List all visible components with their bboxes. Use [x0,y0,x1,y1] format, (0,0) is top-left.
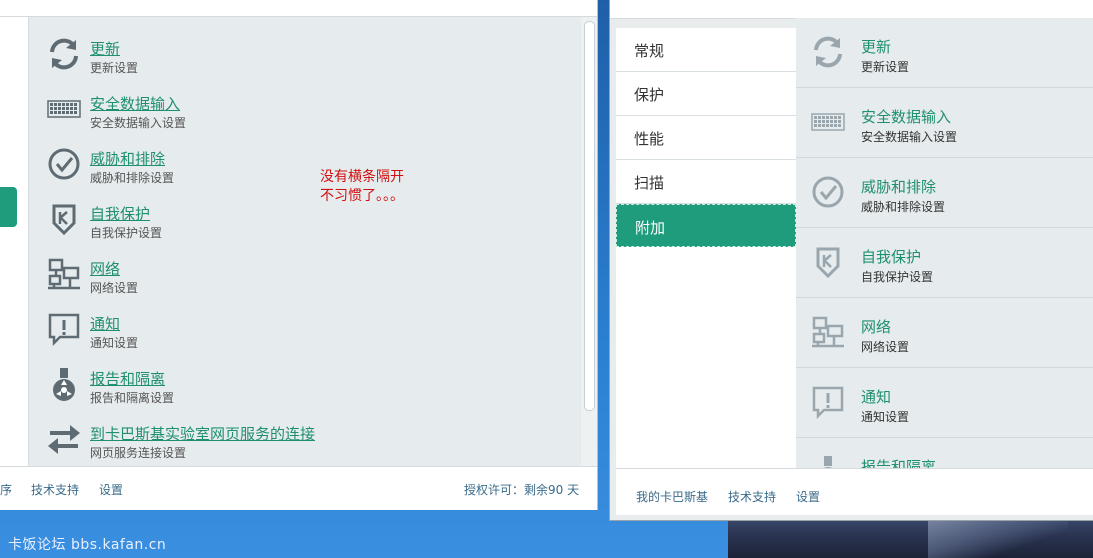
settings-item-subtitle: 更新设置 [861,60,910,74]
settings-item-subtitle: 安全数据输入设置 [90,116,187,130]
nav-item[interactable]: 附加 [616,204,796,247]
settings-item-title[interactable]: 通知 [90,313,120,334]
settings-item[interactable]: 威胁和排除 威胁和排除设置 [796,158,1093,228]
annotation-note: 没有横条隔开 不习惯了。。。 [320,168,404,206]
annotation-line-1: 没有横条隔开 [320,169,404,185]
network-icon [46,256,82,292]
footer-license-status[interactable]: 授权许可：剩余90 天 [464,481,579,498]
keyboard-icon [810,104,846,140]
settings-item-subtitle: 威胁和排除设置 [861,200,946,214]
nav-item-label: 保护 [634,86,665,104]
scrollbar-thumb[interactable] [584,21,595,411]
settings-item-subtitle: 通知设置 [90,336,139,350]
nav-item[interactable]: 常规 [616,28,796,72]
settings-item-title[interactable]: 威胁和排除 [90,148,165,169]
settings-nav: 常规保护性能扫描附加 [616,28,796,468]
settings-item[interactable]: 自我保护 自我保护设置 [46,199,566,247]
footer-link-partial[interactable]: 序 [0,481,12,498]
settings-item[interactable]: 通知 通知设置 [46,309,566,357]
flask-icon [46,366,82,402]
settings-item-subtitle: 报告和隔离设置 [90,391,175,405]
settings-item[interactable]: 更新 更新设置 [796,18,1093,88]
settings-item-title[interactable]: 通知 [861,386,891,407]
settings-item-subtitle: 自我保护设置 [861,270,934,284]
settings-item-title[interactable]: 自我保护 [861,246,921,267]
settings-window-right: 常规保护性能扫描附加 更新 更新设置 安全数据输入 安全数据输入设置 威胁和排除… [610,0,1093,520]
nav-item[interactable]: 扫描 [616,160,796,204]
scrollbar[interactable] [581,17,597,466]
settings-item-title[interactable]: 更新 [90,38,120,59]
network-icon [810,314,846,350]
settings-item[interactable]: 安全数据输入 安全数据输入设置 [46,89,566,137]
settings-item-subtitle: 自我保护设置 [90,226,163,240]
wallpaper-snow [928,516,1068,558]
window-footer-right: 我的卡巴斯基 技术支持 设置 [616,468,1093,515]
settings-item[interactable]: 通知 通知设置 [796,368,1093,438]
settings-item-subtitle: 通知设置 [861,410,910,424]
shield-k-icon [46,201,82,237]
settings-item[interactable]: 网络 网络设置 [46,254,566,302]
settings-item[interactable]: 威胁和排除 威胁和排除设置 [46,144,566,192]
settings-item[interactable]: 更新 更新设置 [46,34,566,82]
settings-item-title[interactable]: 报告和隔离 [861,456,936,468]
footer-link-my-kaspersky[interactable]: 我的卡巴斯基 [636,488,708,505]
settings-item[interactable]: 安全数据输入 安全数据输入设置 [796,88,1093,158]
nav-item[interactable]: 保护 [616,72,796,116]
settings-item-title[interactable]: 自我保护 [90,203,150,224]
settings-item-title[interactable]: 到卡巴斯基实验室网页服务的连接 [90,423,315,444]
settings-item[interactable]: 网络 网络设置 [796,298,1093,368]
nav-item-label: 附加 [635,219,666,237]
settings-item[interactable]: 报告和隔离 [796,438,1093,468]
flask-icon [810,454,846,468]
settings-item[interactable]: 到卡巴斯基实验室网页服务的连接 网页服务连接设置 [46,419,566,467]
nav-item-label: 扫描 [634,174,665,192]
alert-icon [810,384,846,420]
settings-item-subtitle: 网络设置 [90,281,139,295]
footer-link-support-right[interactable]: 技术支持 [728,488,776,505]
settings-item-title[interactable]: 网络 [861,316,891,337]
settings-item-subtitle: 更新设置 [90,61,139,75]
settings-window-left: 更新 更新设置 安全数据输入 安全数据输入设置 威胁和排除 威胁和排除设置 自我… [0,0,597,510]
check-circle-icon [46,146,82,182]
window-footer: 序 技术支持 设置 授权许可：剩余90 天 [0,466,597,510]
settings-item-subtitle: 威胁和排除设置 [90,171,175,185]
settings-item-subtitle: 安全数据输入设置 [861,130,958,144]
settings-item-subtitle: 网页服务连接设置 [90,446,187,460]
check-circle-icon [810,174,846,210]
settings-item-title[interactable]: 更新 [861,36,891,57]
active-nav-tab[interactable] [0,187,17,227]
footer-link-support[interactable]: 技术支持 [31,481,79,498]
settings-content-pane-right: 更新 更新设置 安全数据输入 安全数据输入设置 威胁和排除 威胁和排除设置 自我… [796,18,1093,468]
settings-item[interactable]: 报告和隔离 报告和隔离设置 [46,364,566,412]
refresh-icon [810,34,846,70]
annotation-line-2: 不习惯了。。。 [320,188,404,204]
shield-k-icon [810,244,846,280]
settings-item[interactable]: 自我保护 自我保护设置 [796,228,1093,298]
nav-item[interactable]: 性能 [616,116,796,160]
wallpaper-mountain [728,516,1093,558]
keyboard-icon [46,91,82,127]
alert-icon [46,311,82,347]
settings-item-subtitle: 网络设置 [861,340,910,354]
nav-item-label: 性能 [634,130,665,148]
nav-item-label: 常规 [634,42,665,60]
window-title-bar-right[interactable] [610,0,1093,19]
settings-item-title[interactable]: 报告和隔离 [90,368,165,389]
footer-link-settings[interactable]: 设置 [99,481,123,498]
transfer-icon [46,421,82,457]
footer-link-settings-right[interactable]: 设置 [796,488,820,505]
nav-column [0,17,29,466]
settings-item-title[interactable]: 安全数据输入 [861,106,951,127]
forum-watermark: 卡饭论坛 bbs.kafan.cn [8,537,167,553]
settings-item-title[interactable]: 威胁和排除 [861,176,936,197]
settings-item-title[interactable]: 安全数据输入 [90,93,180,114]
window-title-bar[interactable] [0,0,597,17]
settings-item-title[interactable]: 网络 [90,258,120,279]
refresh-icon [46,36,82,72]
